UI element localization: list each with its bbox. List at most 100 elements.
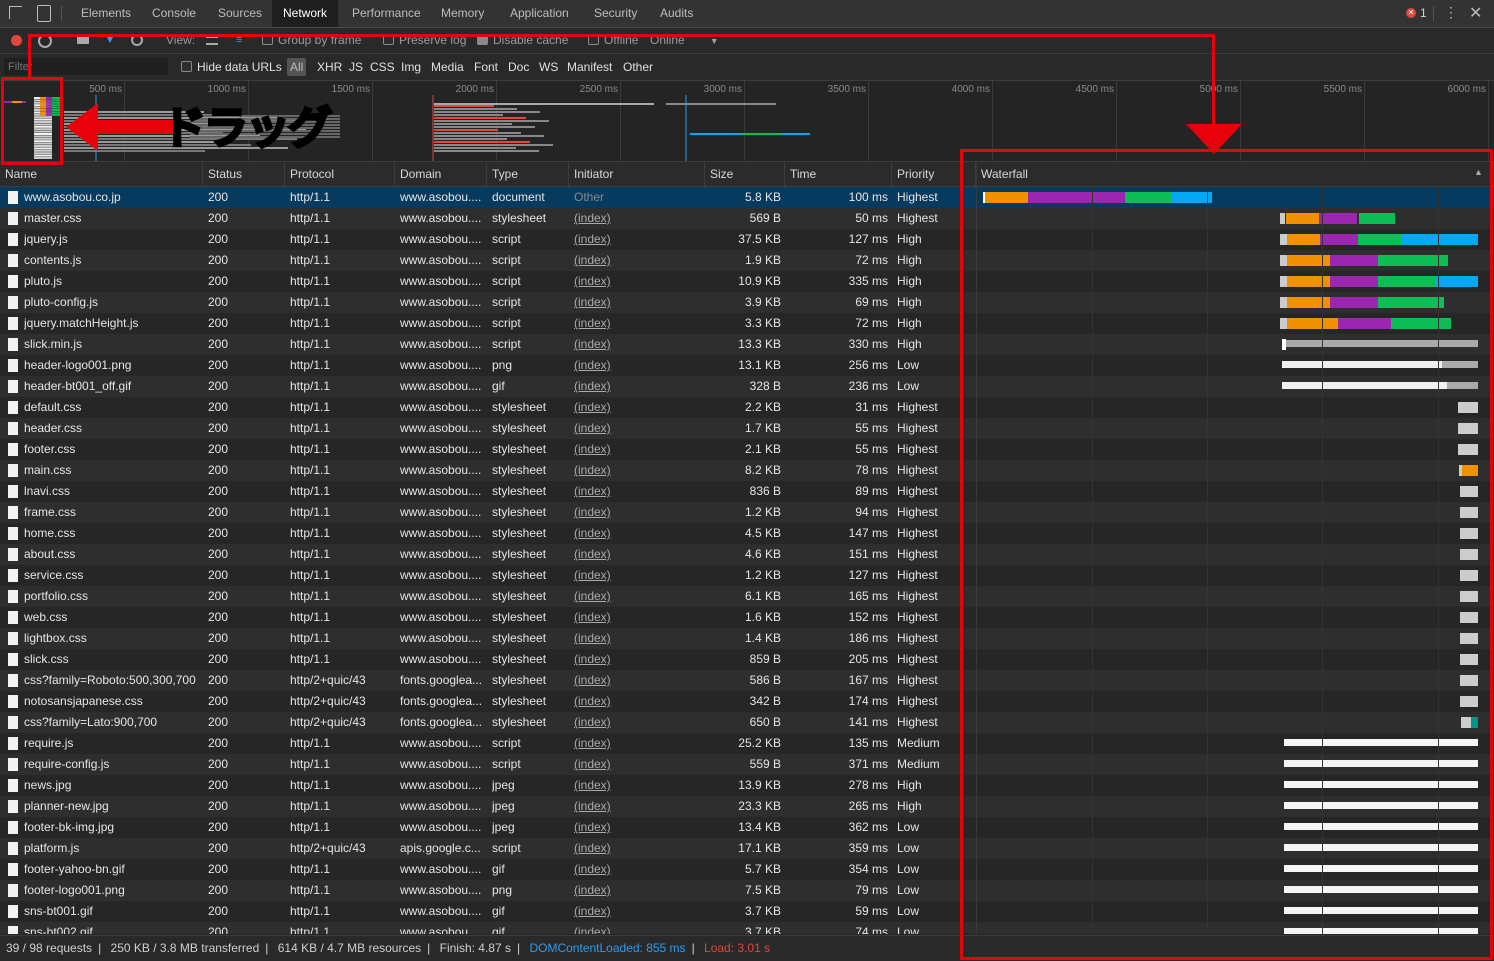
cell-name-container[interactable]: header-bt001_off.gif [24, 376, 199, 397]
table-row[interactable]: footer-yahoo-bn.gif 200 http/1.1 www.asobou… [0, 859, 1494, 880]
cell-initiator[interactable]: (index) [574, 337, 611, 351]
type-filter-other[interactable]: Other [623, 54, 653, 80]
cell-name-container[interactable]: footer-yahoo-bn.gif [24, 859, 199, 880]
device-toolbar-icon[interactable] [37, 5, 51, 22]
cell-name-container[interactable]: sns-bt001.gif [24, 901, 199, 922]
table-row[interactable]: notosansjapanese.css 200 http/2+quic/43 fon… [0, 691, 1494, 712]
column-header-priority[interactable]: Priority [892, 162, 976, 186]
table-row[interactable]: jquery.js 200 http/1.1 www.asobou.... script… [0, 229, 1494, 250]
table-row[interactable]: main.css 200 http/1.1 www.asobou.... stylesh… [0, 460, 1494, 481]
cell-name-container[interactable]: slick.min.js [24, 334, 199, 355]
cell-name-container[interactable]: jquery.matchHeight.js [24, 313, 199, 334]
error-count[interactable]: 1 [1420, 6, 1427, 20]
table-row[interactable]: contents.js 200 http/1.1 www.asobou.... scri… [0, 250, 1494, 271]
type-filter-doc[interactable]: Doc [508, 54, 529, 80]
cell-initiator[interactable]: (index) [574, 253, 611, 267]
table-row[interactable]: lightbox.css 200 http/1.1 www.asobou.... sty… [0, 628, 1494, 649]
cell-name-container[interactable]: pluto.js [24, 271, 199, 292]
cell-initiator[interactable]: (index) [574, 757, 611, 771]
table-row[interactable]: pluto.js 200 http/1.1 www.asobou.... script (… [0, 271, 1494, 292]
cell-name-container[interactable]: lightbox.css [24, 628, 199, 649]
cell-name-container[interactable]: notosansjapanese.css [24, 691, 199, 712]
cell-initiator[interactable]: (index) [574, 295, 611, 309]
disable-cache-checkbox[interactable]: Disable cache [477, 28, 568, 53]
cell-initiator[interactable]: (index) [574, 211, 611, 225]
tab-network[interactable]: Network [272, 0, 339, 27]
cell-name-container[interactable]: require.js [24, 733, 199, 754]
cell-initiator[interactable]: (index) [574, 421, 611, 435]
cell-initiator[interactable]: (index) [574, 778, 611, 792]
cell-name-container[interactable]: sns-bt002.gif [24, 922, 199, 934]
table-row[interactable]: require-config.js 200 http/1.1 www.asobou..… [0, 754, 1494, 775]
table-row[interactable]: footer-bk-img.jpg 200 http/1.1 www.asobou..… [0, 817, 1494, 838]
cell-name-container[interactable]: contents.js [24, 250, 199, 271]
type-filter-font[interactable]: Font [474, 54, 498, 80]
cell-initiator[interactable]: (index) [574, 841, 611, 855]
error-icon[interactable]: ✕ [1406, 8, 1416, 18]
cell-name-container[interactable]: footer-logo001.png [24, 880, 199, 901]
column-header-name[interactable]: Name [0, 162, 203, 186]
table-row[interactable]: sns-bt002.gif 200 http/1.1 www.asobou.... gi… [0, 922, 1494, 934]
table-row[interactable]: slick.min.js 200 http/1.1 www.asobou.... scr… [0, 334, 1494, 355]
column-header-status[interactable]: Status [203, 162, 285, 186]
table-row[interactable]: home.css 200 http/1.1 www.asobou.... stylesh… [0, 523, 1494, 544]
hide-data-urls-checkbox[interactable]: Hide data URLs [181, 54, 282, 80]
table-row[interactable]: pluto-config.js 200 http/1.1 www.asobou....… [0, 292, 1494, 313]
table-row[interactable]: jquery.matchHeight.js 200 http/1.1 www.asob… [0, 313, 1494, 334]
tab-elements[interactable]: Elements [70, 0, 142, 27]
table-row[interactable]: css?family=Lato:900,700 200 http/2+quic/43… [0, 712, 1494, 733]
offline-checkbox[interactable]: Offline [588, 28, 638, 53]
column-header-type[interactable]: Type [487, 162, 569, 186]
cell-initiator[interactable]: (index) [574, 610, 611, 624]
sort-ascending-icon[interactable]: ▲ [1474, 167, 1483, 177]
cell-initiator[interactable]: (index) [574, 631, 611, 645]
cell-name-container[interactable]: planner-new.jpg [24, 796, 199, 817]
column-header-waterfall[interactable]: Waterfall [976, 162, 1494, 186]
cell-initiator[interactable]: (index) [574, 736, 611, 750]
close-icon[interactable]: ✕ [1469, 3, 1482, 23]
cell-initiator[interactable]: (index) [574, 673, 611, 687]
cell-initiator[interactable]: (index) [574, 484, 611, 498]
type-filter-manifest[interactable]: Manifest [567, 54, 612, 80]
table-row[interactable]: planner-new.jpg 200 http/1.1 www.asobou....… [0, 796, 1494, 817]
cell-initiator[interactable]: (index) [574, 862, 611, 876]
tab-sources[interactable]: Sources [207, 0, 273, 27]
cell-initiator[interactable]: (index) [574, 694, 611, 708]
column-header-initiator[interactable]: Initiator [569, 162, 705, 186]
table-row[interactable]: header-bt001_off.gif 200 http/1.1 www.asobo… [0, 376, 1494, 397]
cell-name-container[interactable]: default.css [24, 397, 199, 418]
cell-name-container[interactable]: news.jpg [24, 775, 199, 796]
inspect-element-icon[interactable] [9, 6, 22, 19]
preserve-log-checkbox[interactable]: Preserve log [383, 28, 466, 53]
cell-name-container[interactable]: header.css [24, 418, 199, 439]
throttle-select[interactable]: Online ▼ [650, 28, 719, 54]
column-header-domain[interactable]: Domain [395, 162, 487, 186]
group-by-frame-checkbox[interactable]: Group by frame [262, 28, 361, 53]
table-row[interactable]: footer-logo001.png 200 http/1.1 www.asobou.… [0, 880, 1494, 901]
cell-name-container[interactable]: web.css [24, 607, 199, 628]
column-header-protocol[interactable]: Protocol [285, 162, 395, 186]
cell-name-container[interactable]: platform.js [24, 838, 199, 859]
type-filter-img[interactable]: Img [401, 54, 421, 80]
table-row[interactable]: master.css 200 http/1.1 www.asobou.... style… [0, 208, 1494, 229]
column-header-size[interactable]: Size [705, 162, 785, 186]
table-row[interactable]: sns-bt001.gif 200 http/1.1 www.asobou.... gi… [0, 901, 1494, 922]
cell-name-container[interactable]: css?family=Roboto:500,300,700 [24, 670, 199, 691]
table-row[interactable]: default.css 200 http/1.1 www.asobou.... styl… [0, 397, 1494, 418]
cell-initiator[interactable]: (index) [574, 820, 611, 834]
cell-name-container[interactable]: footer.css [24, 439, 199, 460]
cell-initiator[interactable]: (index) [574, 400, 611, 414]
cell-name-container[interactable]: header-logo001.png [24, 355, 199, 376]
tab-console[interactable]: Console [141, 0, 207, 27]
cell-initiator[interactable]: (index) [574, 232, 611, 246]
cell-initiator[interactable]: (index) [574, 652, 611, 666]
cell-name-container[interactable]: www.asobou.co.jp [24, 187, 199, 208]
cell-initiator[interactable]: (index) [574, 568, 611, 582]
cell-initiator[interactable]: (index) [574, 799, 611, 813]
tab-performance[interactable]: Performance [341, 0, 432, 27]
type-filter-css[interactable]: CSS [370, 54, 395, 80]
cell-name-container[interactable]: home.css [24, 523, 199, 544]
table-row[interactable]: www.asobou.co.jp 200 http/1.1 www.asobou...… [0, 187, 1494, 208]
more-options-icon[interactable]: ⋮ [1444, 4, 1458, 21]
cell-name-container[interactable]: main.css [24, 460, 199, 481]
